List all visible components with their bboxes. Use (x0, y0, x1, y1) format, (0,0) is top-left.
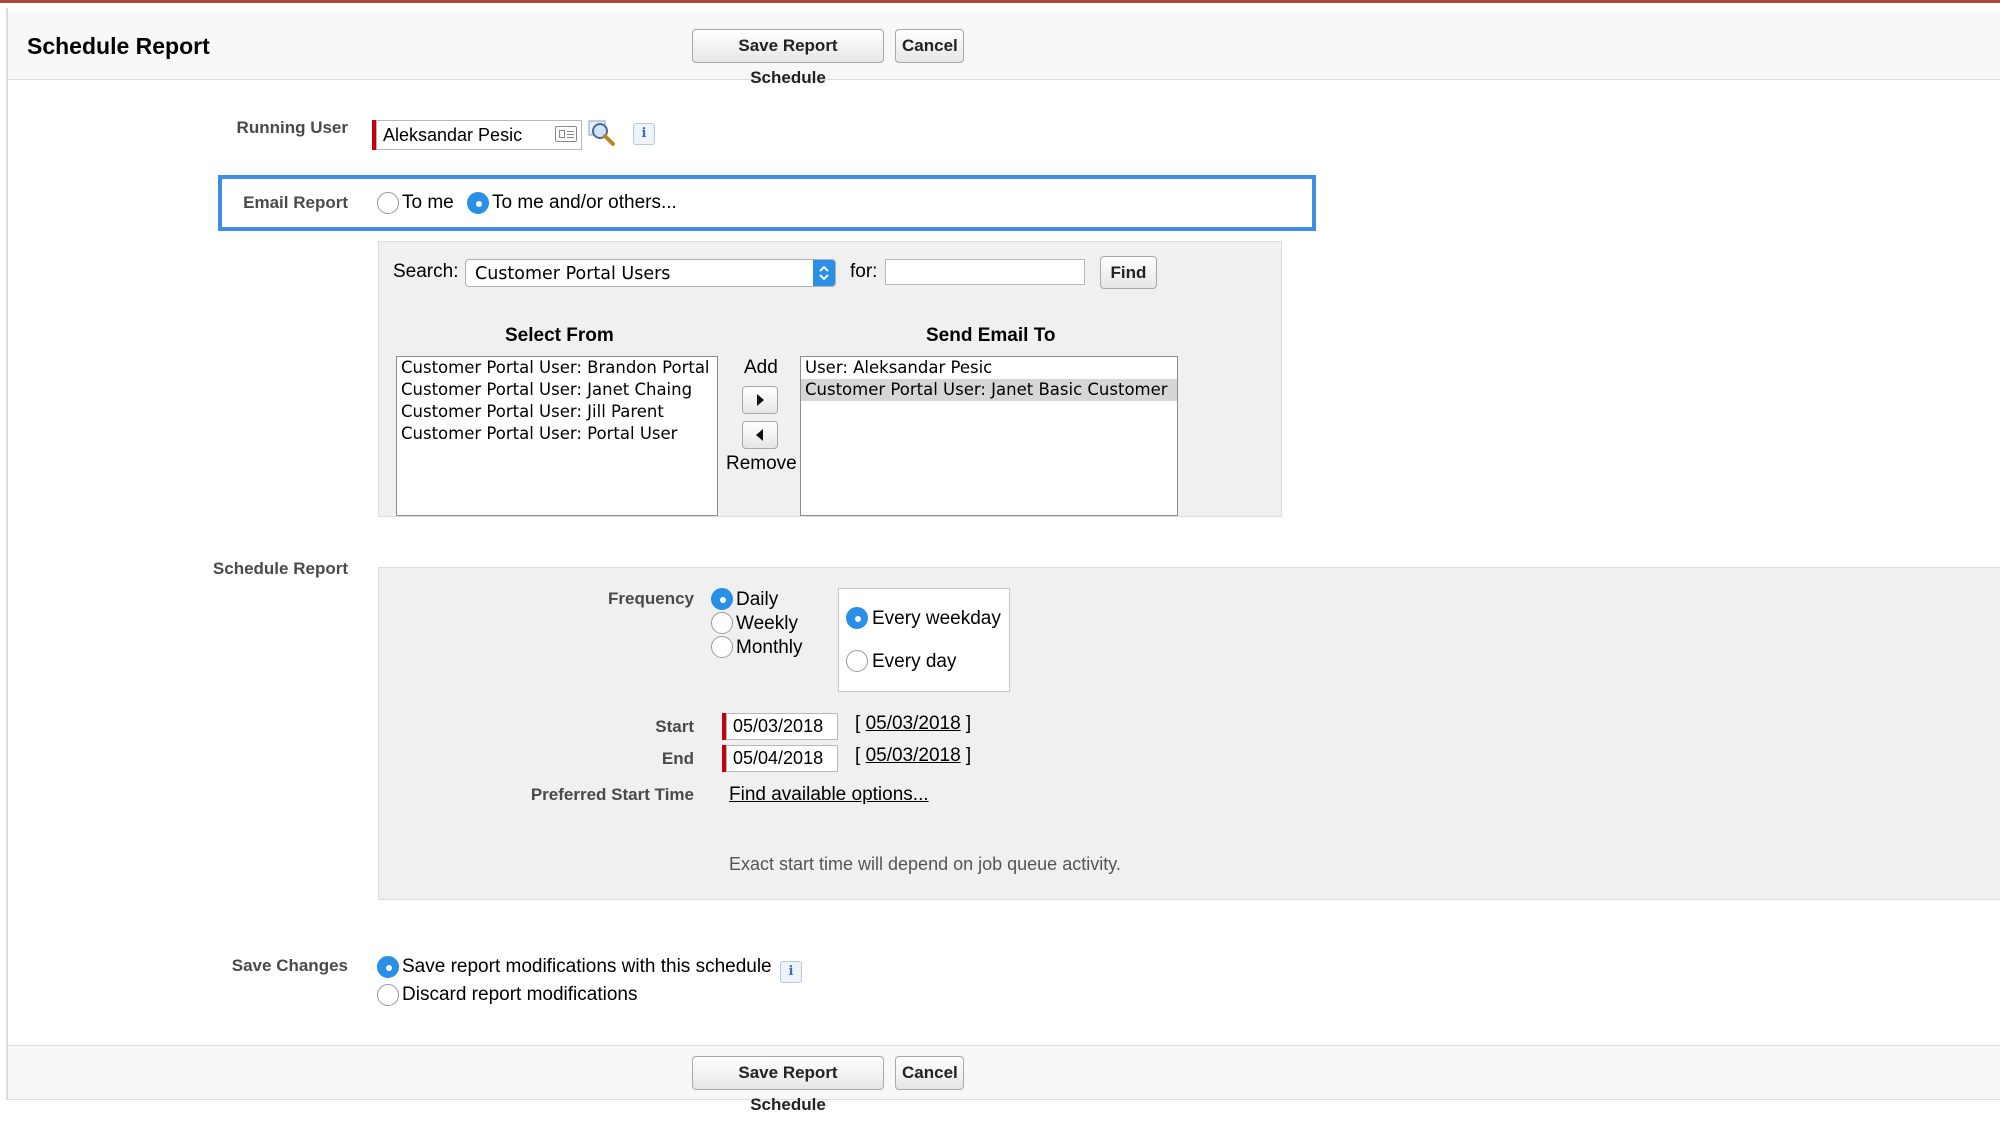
every-day-radio[interactable] (846, 650, 868, 672)
user-card-icon (555, 126, 577, 142)
frequency-daily-label: Daily (736, 589, 779, 610)
triangle-right-icon (757, 394, 764, 406)
daily-options-box (838, 588, 1010, 692)
start-label: Start (655, 717, 694, 736)
frequency-daily-radio[interactable] (711, 588, 733, 610)
list-item[interactable]: Customer Portal User: Brandon Portal (397, 357, 717, 379)
search-for-input[interactable] (885, 259, 1085, 285)
running-user-label: Running User (236, 118, 348, 137)
frequency-weekly-label: Weekly (736, 613, 798, 634)
every-day-label: Every day (872, 651, 957, 672)
list-item[interactable]: Customer Portal User: Janet Chaing (397, 379, 717, 401)
list-item[interactable]: User: Aleksandar Pesic (801, 357, 1177, 379)
email-to-me-radio[interactable] (377, 192, 399, 214)
select-from-heading: Select From (505, 325, 614, 346)
list-item[interactable]: Customer Portal User: Jill Parent (397, 401, 717, 423)
start-today-link-wrap: [ 05/03/2018 ] (855, 713, 972, 734)
send-email-to-heading: Send Email To (926, 325, 1056, 346)
start-date-input[interactable]: 05/03/2018 (726, 713, 838, 740)
frequency-monthly-radio[interactable] (711, 636, 733, 658)
list-item[interactable]: Customer Portal User: Portal User (397, 423, 717, 445)
email-report-label: Email Report (243, 193, 348, 212)
list-item-selected[interactable]: Customer Portal User: Janet Basic Custom… (801, 379, 1177, 401)
preferred-start-time-label: Preferred Start Time (530, 785, 694, 804)
frequency-label: Frequency (608, 589, 694, 608)
select-from-list[interactable]: Customer Portal User: Brandon Portal Cus… (396, 356, 718, 516)
search-type-select[interactable]: Customer Portal Users (465, 259, 836, 287)
schedule-report-label: Schedule Report (212, 559, 348, 578)
search-label: Search: (393, 261, 459, 282)
end-today-link-wrap: [ 05/03/2018 ] (855, 745, 972, 766)
search-type-value: Customer Portal Users (475, 264, 671, 284)
every-weekday-radio[interactable] (846, 607, 868, 629)
remove-label: Remove (726, 453, 797, 474)
footer-cancel-button[interactable]: Cancel (895, 1056, 964, 1090)
for-label: for: (850, 261, 878, 282)
page-title: Schedule Report (27, 33, 210, 59)
end-today-link[interactable]: 05/03/2018 (866, 745, 961, 766)
save-changes-label: Save Changes (231, 956, 348, 975)
top-accent-bar (0, 0, 2000, 3)
email-to-me-and-others-radio[interactable] (467, 192, 489, 214)
add-arrow-button[interactable] (742, 386, 778, 414)
start-today-link[interactable]: 05/03/2018 (866, 713, 961, 734)
end-date-input[interactable]: 05/04/2018 (726, 745, 838, 772)
running-user-value: Aleksandar Pesic (383, 125, 523, 145)
save-modifications-radio[interactable] (377, 956, 399, 978)
save-report-schedule-button[interactable]: Save Report Schedule (692, 29, 884, 87)
find-available-options-link[interactable]: Find available options... (729, 784, 929, 806)
remove-arrow-button[interactable] (742, 421, 778, 449)
page-footer (8, 1045, 2000, 1099)
discard-modifications-radio[interactable] (377, 984, 399, 1006)
running-user-input[interactable]: Aleksandar Pesic (376, 120, 582, 150)
every-weekday-label: Every weekday (872, 608, 1001, 629)
save-modifications-label: Save report modifications with this sche… (402, 956, 772, 977)
discard-modifications-label: Discard report modifications (402, 984, 638, 1005)
page-header: Schedule Report (8, 11, 2000, 80)
footer-save-report-schedule-button[interactable]: Save Report Schedule (692, 1056, 884, 1114)
send-email-to-list[interactable]: User: Aleksandar Pesic Customer Portal U… (800, 356, 1178, 516)
email-to-me-and-others-label: To me and/or others... (492, 192, 677, 213)
info-icon[interactable]: i (633, 123, 655, 145)
info-icon[interactable]: i (780, 961, 802, 983)
schedule-report-panel (6, 8, 2000, 1100)
lookup-icon[interactable] (588, 120, 616, 148)
frequency-weekly-radio[interactable] (711, 612, 733, 634)
cancel-button[interactable]: Cancel (895, 29, 964, 63)
end-label: End (661, 749, 694, 768)
find-button[interactable]: Find (1100, 256, 1157, 289)
start-time-note: Exact start time will depend on job queu… (729, 854, 1121, 874)
add-label: Add (744, 357, 778, 378)
email-to-me-label: To me (402, 192, 454, 213)
frequency-monthly-label: Monthly (736, 637, 803, 658)
triangle-left-icon (756, 429, 763, 441)
chevron-updown-icon (813, 260, 835, 286)
